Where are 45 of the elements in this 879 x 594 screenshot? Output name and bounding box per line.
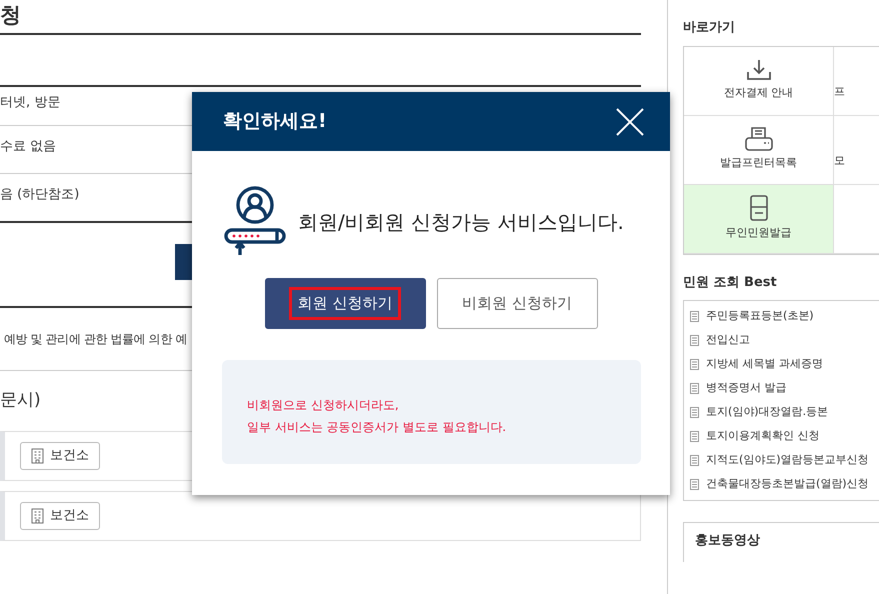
- document-icon: [690, 406, 699, 418]
- document-icon: [690, 478, 699, 490]
- close-icon: [616, 108, 644, 136]
- section-heading: 문시): [0, 389, 41, 412]
- list-link[interactable]: 지방세 세목별 과세증명: [706, 356, 823, 372]
- shortcut-tile[interactable]: 전자결제 안내: [684, 46, 834, 116]
- table-cell-text: 음 (하단참조): [0, 186, 80, 204]
- list-link[interactable]: 토지이용계획확인 신청: [706, 428, 820, 444]
- close-button[interactable]: [616, 108, 644, 136]
- list-link[interactable]: 토지(임야)대장열람.등본: [706, 404, 828, 420]
- list-link[interactable]: 병적증명서 발급: [706, 380, 786, 396]
- member-login-icon: [224, 186, 288, 258]
- kiosk-icon: [750, 195, 768, 222]
- law-text: 예방 및 관리에 관한 법률에 의한 예: [4, 331, 187, 348]
- document-icon: [690, 310, 699, 322]
- shortcut-tile[interactable]: 모: [834, 116, 879, 184]
- document-icon: [690, 454, 699, 466]
- section-title: 민원 조회 Best: [683, 274, 777, 290]
- section-title: 홍보동영상: [695, 533, 760, 548]
- shortcut-tile[interactable]: 프: [834, 46, 879, 116]
- modal-title: 확인하세요!: [223, 109, 327, 134]
- document-icon: [690, 358, 699, 370]
- notice-text: 일부 서비스는 공동인증서가 별도로 필요합니다.: [247, 419, 508, 436]
- shortcut-tile[interactable]: 무인민원발급: [684, 184, 834, 254]
- list-link[interactable]: 지적도(임야도)열람등본교부신청: [706, 452, 869, 468]
- document-icon: [690, 334, 699, 346]
- table-cell-text: 터넷, 방문: [0, 94, 60, 112]
- document-icon: [690, 430, 699, 442]
- table-cell-text: 수료 없음: [0, 138, 56, 156]
- section-title: 바로가기: [683, 20, 735, 35]
- download-icon: [746, 59, 772, 82]
- agency-button[interactable]: 보건소: [20, 502, 100, 530]
- modal-message: 회원/비회원 신청가능 서비스입니다.: [298, 209, 624, 236]
- list-link[interactable]: 전입신고: [706, 332, 750, 348]
- list-link[interactable]: 주민등록표등본(초본): [706, 308, 814, 324]
- guest-apply-button[interactable]: 비회원 신청하기: [436, 278, 598, 329]
- page-title: 청: [0, 3, 21, 27]
- building-icon: [31, 508, 44, 524]
- member-apply-button[interactable]: 회원 신청하기: [264, 278, 426, 329]
- list-link[interactable]: 건축물대장등초본발급(열람)신청: [706, 476, 869, 492]
- notice-text: 비회원으로 신청하시더라도,: [247, 397, 400, 414]
- document-icon: [690, 382, 699, 394]
- printer-icon: [744, 127, 772, 152]
- building-icon: [31, 448, 44, 464]
- agency-button[interactable]: 보건소: [20, 442, 100, 470]
